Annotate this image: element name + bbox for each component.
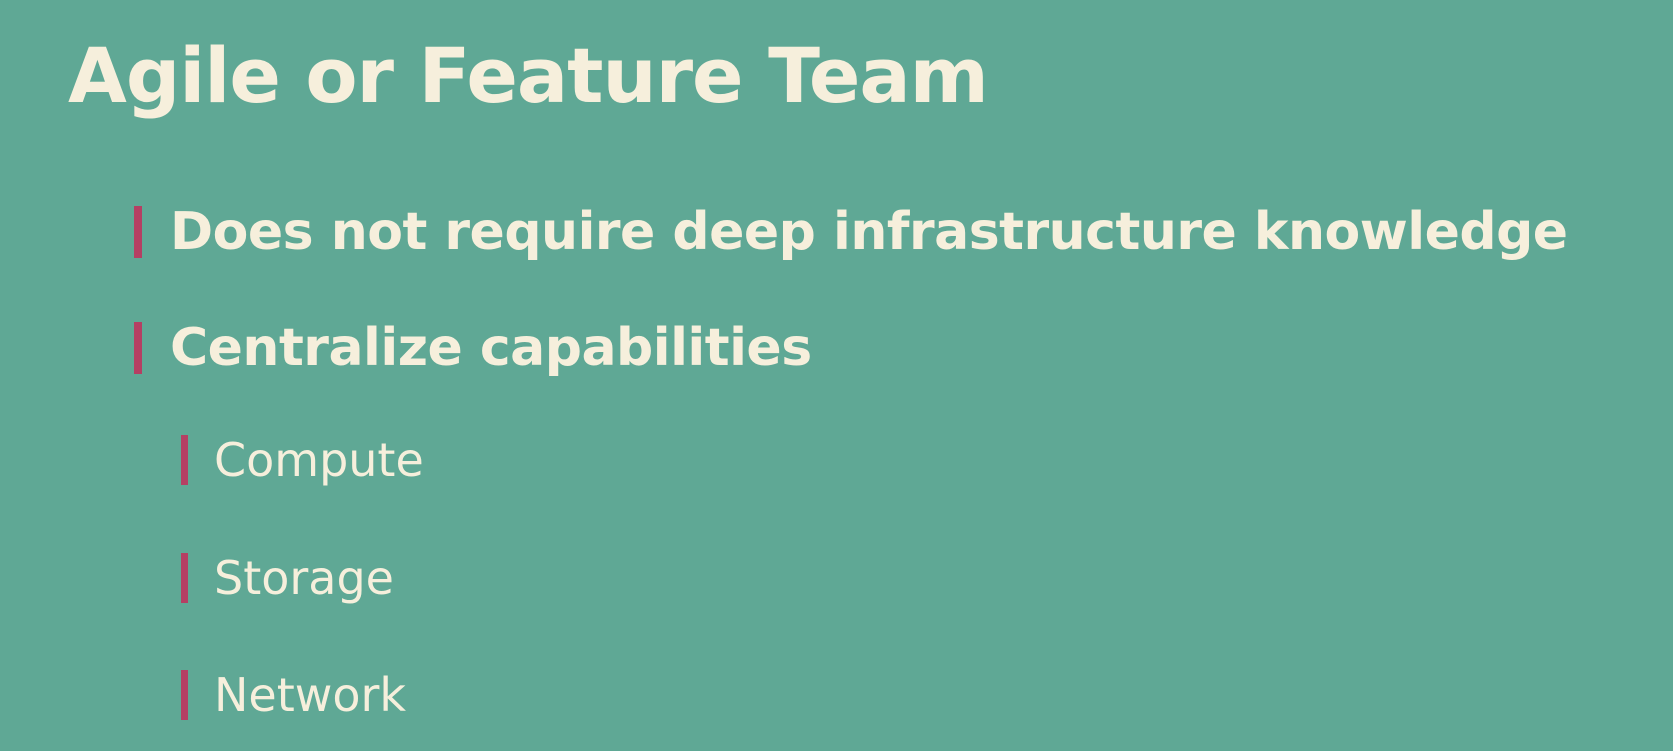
bullet-marker (134, 322, 142, 374)
bullet-text: Does not require deep infrastructure kno… (170, 202, 1568, 262)
sub-bullet-marker (181, 670, 188, 720)
sub-bullet-text: Compute (214, 433, 424, 487)
sub-bullet-item-network: Network (181, 668, 406, 722)
sub-bullet-item-storage: Storage (181, 551, 394, 605)
sub-bullet-item-compute: Compute (181, 433, 424, 487)
bullet-item-infrastructure-knowledge: Does not require deep infrastructure kno… (134, 202, 1568, 262)
sub-bullet-text: Storage (214, 551, 394, 605)
slide-title: Agile or Feature Team (68, 31, 989, 120)
bullet-text: Centralize capabilities (170, 318, 812, 378)
sub-bullet-marker (181, 435, 188, 485)
sub-bullet-marker (181, 553, 188, 603)
sub-bullet-text: Network (214, 668, 407, 722)
bullet-item-centralize-capabilities: Centralize capabilities (134, 318, 812, 378)
bullet-marker (134, 206, 142, 258)
